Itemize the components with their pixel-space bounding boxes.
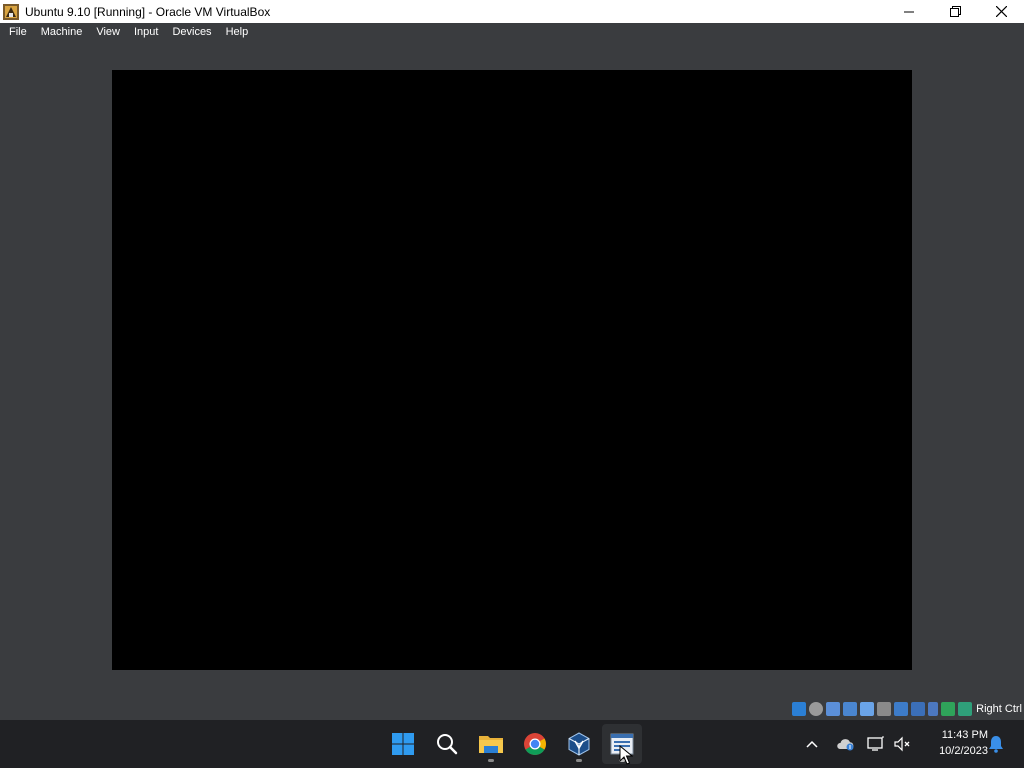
maximize-button[interactable] bbox=[932, 0, 978, 23]
maximize-icon bbox=[949, 6, 961, 17]
onedrive-icon bbox=[837, 739, 854, 751]
menu-view[interactable]: View bbox=[91, 23, 125, 42]
taskbar: 11:43 PM 10/2/2023 bbox=[0, 720, 1024, 768]
minimize-icon bbox=[904, 11, 914, 12]
keyboard-capture-icon[interactable] bbox=[958, 702, 973, 716]
cpu-icon[interactable] bbox=[928, 702, 939, 716]
chrome-icon bbox=[524, 733, 546, 755]
optical-drive-icon[interactable] bbox=[809, 702, 824, 716]
hard-disk-icon[interactable] bbox=[792, 702, 807, 716]
minimize-button[interactable] bbox=[886, 0, 932, 23]
status-bar: Right Ctrl bbox=[0, 698, 1024, 720]
network-icon bbox=[867, 736, 884, 751]
start-button[interactable] bbox=[383, 724, 423, 764]
usb-icon[interactable] bbox=[860, 702, 875, 716]
host-key-label: Right Ctrl bbox=[976, 703, 1022, 715]
menu-file[interactable]: File bbox=[4, 23, 32, 42]
mouse-integration-icon[interactable] bbox=[941, 702, 956, 716]
mouse-cursor-icon bbox=[619, 745, 633, 765]
audio-icon[interactable] bbox=[826, 702, 841, 716]
volume-tray-button[interactable] bbox=[892, 734, 912, 754]
notifications-button[interactable] bbox=[986, 734, 1006, 754]
shared-folder-icon[interactable] bbox=[877, 702, 892, 716]
show-hidden-icons-button[interactable] bbox=[802, 734, 822, 754]
clock[interactable]: 11:43 PM 10/2/2023 bbox=[920, 727, 988, 759]
menu-machine[interactable]: Machine bbox=[36, 23, 88, 42]
file-explorer-button[interactable] bbox=[471, 724, 511, 764]
menu-help[interactable]: Help bbox=[221, 23, 254, 42]
close-button[interactable] bbox=[978, 0, 1024, 23]
window-title: Ubuntu 9.10 [Running] - Oracle VM Virtua… bbox=[25, 4, 271, 19]
virtualbox-vm-icon bbox=[3, 3, 19, 20]
network-icon[interactable] bbox=[843, 702, 858, 716]
menu-bar: File Machine View Input Devices Help bbox=[0, 23, 1024, 42]
windows-start-icon bbox=[392, 733, 414, 755]
file-explorer-icon bbox=[479, 736, 503, 753]
volume-muted-icon bbox=[894, 736, 910, 752]
display-icon[interactable] bbox=[894, 702, 909, 716]
virtualbox-button[interactable] bbox=[559, 724, 599, 764]
menu-input[interactable]: Input bbox=[129, 23, 163, 42]
recording-icon[interactable] bbox=[911, 702, 926, 716]
menu-devices[interactable]: Devices bbox=[167, 23, 216, 42]
clock-date: 10/2/2023 bbox=[939, 745, 988, 757]
running-indicator bbox=[488, 759, 494, 762]
chevron-up-icon bbox=[806, 740, 818, 748]
network-tray-button[interactable] bbox=[866, 734, 886, 754]
search-button[interactable] bbox=[427, 724, 467, 764]
clock-time: 11:43 PM bbox=[941, 729, 988, 741]
search-icon bbox=[437, 734, 458, 755]
bell-icon bbox=[989, 736, 1003, 753]
window-controls bbox=[886, 0, 1024, 23]
title-bar[interactable]: Ubuntu 9.10 [Running] - Oracle VM Virtua… bbox=[0, 0, 1024, 23]
onedrive-tray-button[interactable] bbox=[835, 734, 855, 754]
running-indicator bbox=[576, 759, 582, 762]
virtualbox-icon bbox=[568, 732, 590, 756]
close-icon bbox=[995, 6, 1007, 17]
vm-display[interactable] bbox=[112, 70, 912, 670]
chrome-button[interactable] bbox=[515, 724, 555, 764]
status-icons bbox=[792, 702, 973, 716]
